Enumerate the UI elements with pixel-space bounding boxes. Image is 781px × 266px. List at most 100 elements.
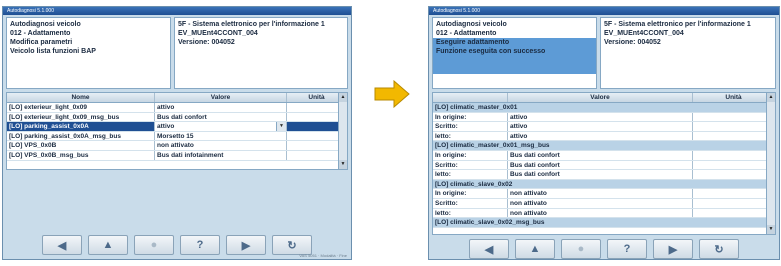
header-right: 5F - Sistema elettronico per l'informazi…	[600, 17, 776, 89]
up-button[interactable]: ▲	[88, 235, 128, 255]
cell-label: letto:	[433, 208, 508, 218]
up-button[interactable]: ▲	[515, 239, 555, 259]
table-row[interactable]: [LO] VPS_0x0B non attivato	[7, 141, 347, 151]
scroll-up-icon[interactable]: ▲	[339, 93, 347, 102]
scroll-down-icon[interactable]: ▼	[339, 160, 347, 169]
cell-value: non attivato	[508, 208, 693, 218]
header: Autodiagnosi veicolo 012 - Adattamento E…	[432, 17, 776, 89]
table-row[interactable]: letto: attivo	[433, 131, 775, 142]
header-line: Versione: 004052	[178, 39, 235, 46]
table-header: Nome Valore Unità	[7, 93, 347, 103]
table-row[interactable]: [LO] VPS_0x0B_msg_bus Bus dati infotainm…	[7, 150, 347, 161]
forward-button[interactable]: ▶	[226, 235, 266, 255]
cell-unit	[693, 150, 775, 160]
cell-label: Scritto:	[433, 198, 508, 208]
help-button[interactable]: ?	[180, 235, 220, 255]
table-row[interactable]: Scritto: non attivato	[433, 198, 775, 209]
header-left: Autodiagnosi veicolo 012 - Adattamento E…	[432, 17, 597, 89]
cell-name: [LO] parking_assist_0x0A	[7, 122, 155, 131]
table-header: Valore Unità	[433, 93, 775, 103]
cell-value: Bus dati confort	[508, 150, 693, 160]
header-line: 012 - Adattamento	[10, 30, 71, 37]
header-line: Eseguire adattamento	[436, 39, 510, 46]
header-line: Autodiagnosi veicolo	[436, 21, 507, 28]
table-row[interactable]: In origine: attivo	[433, 112, 775, 123]
print-button[interactable]: ●	[561, 239, 601, 259]
scrollbar[interactable]: ▲ ▼	[766, 93, 775, 234]
title-bar: Autodiagnosi 5.1.000	[3, 7, 351, 15]
column-header-name[interactable]	[433, 93, 508, 102]
header-line: 5F - Sistema elettronico per l'informazi…	[178, 21, 325, 28]
arrow-right-icon	[374, 80, 410, 108]
column-header-unit[interactable]: Unità	[693, 93, 775, 102]
title-bar: Autodiagnosi 5.1.000	[429, 7, 779, 15]
cell-unit	[693, 122, 775, 131]
value-dropdown[interactable]: attivo ▼	[155, 122, 287, 131]
cell-unit	[693, 170, 775, 179]
table-row[interactable]: In origine: non attivato	[433, 189, 775, 199]
cell-value: attivo	[508, 131, 693, 141]
group-row[interactable]: [LO] climatic_master_0x01_msg_bus	[433, 141, 775, 151]
table-row[interactable]: [LO] exterieur_light_0x09 attivo	[7, 103, 347, 113]
status-bar: VAS 5051 · Modalità · Fine	[299, 253, 347, 258]
cell-value: non attivato	[508, 189, 693, 198]
header-line: 012 - Adattamento	[436, 30, 497, 37]
group-row[interactable]: [LO] climatic_master_0x01	[433, 103, 775, 113]
cell-unit	[693, 189, 775, 198]
toolbar: ◀ ▲ ● ? ▶ ↻	[6, 233, 348, 257]
table-row-selected[interactable]: [LO] parking_assist_0x0A attivo ▼	[7, 122, 347, 132]
header-line: Autodiagnosi veicolo	[10, 21, 81, 28]
header-line: EV_MUEnt4CCONT_004	[178, 30, 258, 37]
column-header-value[interactable]: Valore	[155, 93, 287, 102]
header-highlight: Eseguire adattamento Funzione eseguita c…	[433, 38, 596, 74]
cell-value: Bus dati confort	[508, 170, 693, 179]
group-row[interactable]: [LO] climatic_slave_0x02	[433, 179, 775, 190]
table-row[interactable]: Scritto: Bus dati confort	[433, 160, 775, 171]
print-button[interactable]: ●	[134, 235, 174, 255]
group-label: [LO] climatic_slave_0x02	[435, 180, 513, 188]
table-row[interactable]: letto: non attivato	[433, 208, 775, 219]
header-line: EV_MUEnt4CCONT_004	[604, 30, 684, 37]
window-before: Autodiagnosi 5.1.000 Autodiagnosi veicol…	[2, 6, 352, 260]
scroll-down-icon[interactable]: ▼	[767, 225, 775, 234]
table-row[interactable]: In origine: Bus dati confort	[433, 150, 775, 161]
cell-label: Scritto:	[433, 122, 508, 131]
cell-value: attivo	[508, 122, 693, 131]
column-header-value[interactable]: Valore	[508, 93, 693, 102]
header-left: Autodiagnosi veicolo 012 - Adattamento M…	[6, 17, 171, 89]
table-row[interactable]: letto: Bus dati confort	[433, 170, 775, 180]
cell-name: [LO] parking_assist_0x0A_msg_bus	[7, 131, 155, 141]
result-table: Valore Unità [LO] climatic_master_0x01 I…	[432, 92, 776, 235]
header-line: 5F - Sistema elettronico per l'informazi…	[604, 21, 751, 28]
back-button[interactable]: ◀	[42, 235, 82, 255]
cell-name: [LO] VPS_0x0B	[7, 141, 155, 150]
window-after: Autodiagnosi 5.1.000 Autodiagnosi veicol…	[428, 6, 780, 260]
cell-unit	[693, 131, 775, 141]
refresh-button[interactable]: ↻	[272, 235, 312, 255]
refresh-button[interactable]: ↻	[699, 239, 739, 259]
header-line: Veicolo lista funzioni BAP	[10, 48, 96, 55]
cell-label: letto:	[433, 131, 508, 141]
cell-value: Bus dati infotainment	[155, 150, 287, 160]
cell-name: [LO] VPS_0x0B_msg_bus	[7, 150, 155, 160]
table-row[interactable]: Scritto: attivo	[433, 122, 775, 132]
chevron-down-icon[interactable]: ▼	[276, 122, 286, 131]
toolbar: ◀ ▲ ● ? ▶ ↻	[432, 237, 776, 259]
scroll-up-icon[interactable]: ▲	[767, 93, 775, 102]
forward-button[interactable]: ▶	[653, 239, 693, 259]
back-button[interactable]: ◀	[469, 239, 509, 259]
table-row[interactable]: [LO] parking_assist_0x0A_msg_bus Morsett…	[7, 131, 347, 142]
group-row[interactable]: [LO] climatic_slave_0x02_msg_bus	[433, 218, 775, 228]
table-row[interactable]: [LO] exterieur_light_0x09_msg_bus Bus da…	[7, 112, 347, 123]
cell-label: In origine:	[433, 150, 508, 160]
header-right: 5F - Sistema elettronico per l'informazi…	[174, 17, 348, 89]
cell-unit	[693, 198, 775, 208]
column-header-name[interactable]: Nome	[7, 93, 155, 102]
scrollbar[interactable]: ▲ ▼	[338, 93, 347, 169]
cell-value: attivo	[508, 112, 693, 122]
help-button[interactable]: ?	[607, 239, 647, 259]
header-line: Versione: 004052	[604, 39, 661, 46]
cell-unit	[693, 160, 775, 170]
group-label: [LO] climatic_master_0x01_msg_bus	[435, 142, 550, 150]
cell-value: Bus dati confort	[155, 112, 287, 122]
